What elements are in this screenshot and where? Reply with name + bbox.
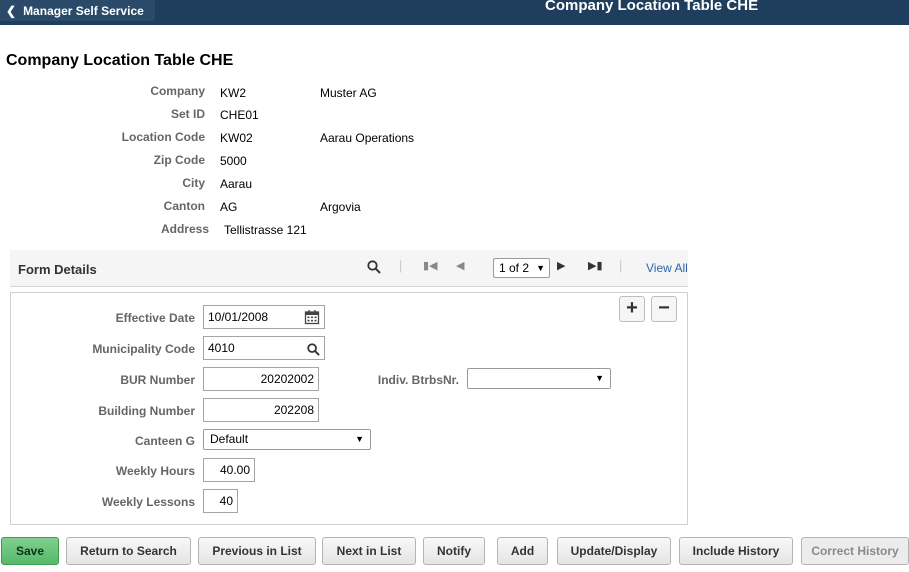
setid-value: CHE01 bbox=[220, 108, 259, 122]
bur-number-label: BUR Number bbox=[120, 373, 195, 387]
canteen-value: Default bbox=[210, 432, 249, 446]
city-label: City bbox=[182, 176, 205, 190]
search-icon[interactable] bbox=[307, 341, 320, 363]
zip-code-label: Zip Code bbox=[153, 153, 205, 167]
weekly-lessons-label: Weekly Lessons bbox=[101, 495, 195, 509]
plus-icon: + bbox=[626, 297, 638, 319]
address-label: Address bbox=[160, 222, 209, 236]
municipality-code-label: Municipality Code bbox=[92, 342, 195, 356]
back-button-label: Manager Self Service bbox=[23, 3, 144, 18]
next-in-list-button[interactable]: Next in List bbox=[322, 537, 416, 565]
pager-value: 1 of 2 bbox=[499, 261, 530, 275]
building-number-label: Building Number bbox=[98, 404, 195, 418]
location-description: Aarau Operations bbox=[320, 131, 415, 145]
chevron-left-icon: ❮ bbox=[6, 3, 17, 18]
location-code-label: Location Code bbox=[121, 130, 205, 144]
view-all-link[interactable]: View All bbox=[646, 261, 688, 275]
app-title: Company Location Table CHE bbox=[545, 0, 759, 14]
chevron-down-icon: ▼ bbox=[595, 373, 604, 383]
previous-page-icon[interactable]: ◀ bbox=[456, 259, 464, 272]
building-number-input[interactable]: 202208 bbox=[203, 398, 319, 422]
delete-row-button[interactable]: − bbox=[651, 296, 677, 322]
calendar-icon[interactable] bbox=[304, 309, 320, 332]
row-pager-select[interactable]: 1 of 2 ▼ bbox=[493, 258, 550, 278]
weekly-hours-input[interactable]: 40.00 bbox=[203, 458, 255, 482]
form-details-grid-header: Form Details | ▮◀ ◀ 1 of 2 ▼ ▶ ▶▮ | View… bbox=[10, 250, 688, 287]
company-label: Company bbox=[150, 84, 205, 98]
chevron-down-icon: ▼ bbox=[536, 263, 545, 273]
save-button[interactable]: Save bbox=[1, 537, 59, 565]
municipality-code-value: 4010 bbox=[208, 341, 235, 355]
nav-separator: | bbox=[399, 258, 403, 273]
effective-date-label: Effective Date bbox=[115, 311, 195, 325]
effective-date-value: 10/01/2008 bbox=[208, 310, 269, 324]
search-icon[interactable] bbox=[367, 260, 381, 277]
effective-date-input[interactable]: 10/01/2008 bbox=[203, 305, 325, 329]
zip-code-value: 5000 bbox=[220, 154, 247, 168]
add-row-button[interactable]: + bbox=[619, 296, 645, 322]
form-details-title: Form Details bbox=[18, 262, 97, 277]
next-page-icon[interactable]: ▶ bbox=[557, 259, 565, 272]
company-description: Muster AG bbox=[320, 86, 377, 100]
previous-in-list-button[interactable]: Previous in List bbox=[198, 537, 316, 565]
city-value: Aarau bbox=[220, 177, 253, 191]
notify-button[interactable]: Notify bbox=[423, 537, 485, 565]
canteen-select[interactable]: Default ▼ bbox=[203, 429, 371, 450]
weekly-lessons-input[interactable]: 40 bbox=[203, 489, 238, 513]
canteen-label: Canteen G bbox=[134, 434, 195, 448]
update-display-button[interactable]: Update/Display bbox=[557, 537, 671, 565]
company-code: KW2 bbox=[220, 86, 247, 100]
nav-separator: | bbox=[619, 258, 623, 273]
first-page-icon[interactable]: ▮◀ bbox=[423, 259, 438, 272]
address-value: Tellistrasse 121 bbox=[224, 223, 307, 237]
back-to-manager-self-service-button[interactable]: ❮ Manager Self Service bbox=[0, 0, 155, 21]
weekly-hours-label: Weekly Hours bbox=[115, 464, 195, 478]
indiv-btrbsnr-label: Indiv. BtrbsNr. bbox=[377, 373, 459, 387]
municipality-code-input[interactable]: 4010 bbox=[203, 336, 325, 360]
canton-description: Argovia bbox=[320, 200, 361, 214]
canton-code: AG bbox=[220, 200, 238, 214]
minus-icon: − bbox=[658, 297, 670, 319]
correct-history-button: Correct History bbox=[801, 537, 909, 565]
location-code-value: KW02 bbox=[220, 131, 253, 145]
chevron-down-icon: ▼ bbox=[355, 434, 364, 444]
page-title: Company Location Table CHE bbox=[6, 52, 234, 69]
last-page-icon[interactable]: ▶▮ bbox=[588, 259, 603, 272]
add-button[interactable]: Add bbox=[497, 537, 548, 565]
canton-label: Canton bbox=[163, 199, 205, 213]
return-to-search-button[interactable]: Return to Search bbox=[66, 537, 191, 565]
top-header-bar: ❮ Manager Self Service Company Location … bbox=[0, 0, 909, 25]
include-history-button[interactable]: Include History bbox=[679, 537, 793, 565]
setid-label: Set ID bbox=[170, 107, 205, 121]
indiv-btrbsnr-select[interactable]: ▼ bbox=[467, 368, 611, 389]
